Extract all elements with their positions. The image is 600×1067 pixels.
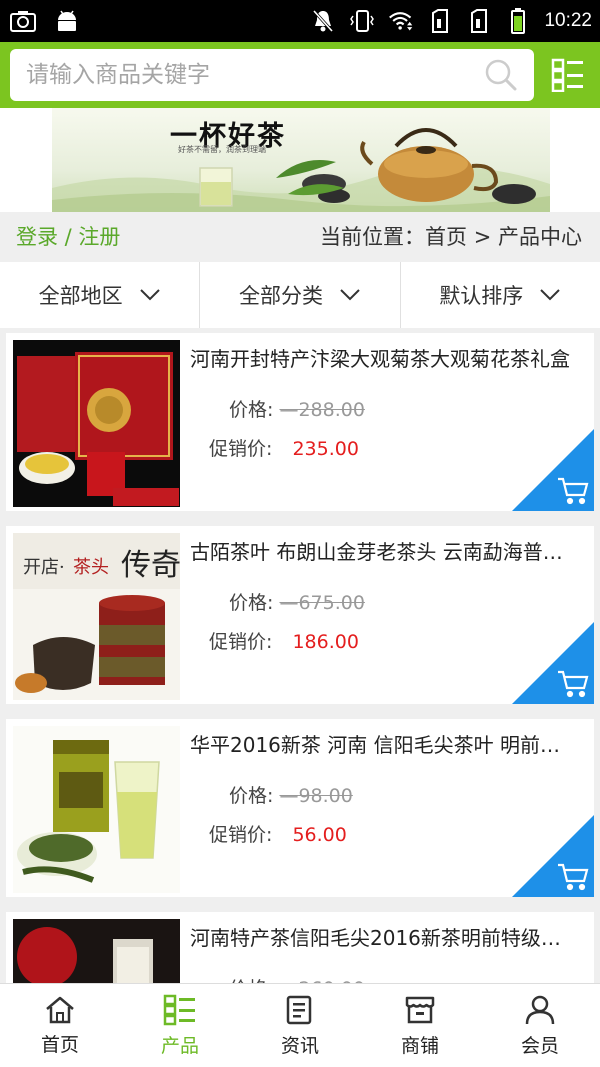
battery-icon	[505, 8, 531, 34]
product-card[interactable]: 华平2016新茶 河南 信阳毛尖茶叶 明前特级 价格: —98.00 促销价: …	[6, 719, 594, 897]
product-card[interactable]: 开店· 茶头 传奇 古陌茶叶 布朗山金芽老茶头 云南勐海普洱熟茶 价格: —67…	[6, 526, 594, 704]
original-price: —98.00	[279, 785, 353, 807]
product-image[interactable]	[13, 340, 180, 507]
price-label: 价格:	[229, 399, 274, 421]
promo-price: 186.00	[292, 631, 359, 653]
chevron-down-icon	[340, 289, 360, 301]
search-box[interactable]	[10, 49, 534, 101]
add-to-cart-button[interactable]	[512, 622, 594, 704]
nav-home[interactable]: 首页	[0, 984, 120, 1067]
shop-icon	[405, 996, 435, 1023]
nav-news-label: 资讯	[280, 1034, 319, 1057]
promo-price: 235.00	[292, 438, 359, 460]
banner-area: 一杯好茶 好茶不需留，润茶到理端	[0, 108, 600, 212]
product-title[interactable]: 华平2016新茶 河南 信阳毛尖茶叶 明前特级	[190, 729, 574, 758]
login-register-link[interactable]: 登录 / 注册	[16, 221, 120, 251]
vibrate-icon	[349, 9, 375, 33]
nav-products[interactable]: 产品	[120, 984, 240, 1067]
breadcrumb: 当前位置：首页 > 产品中心	[320, 225, 582, 249]
svg-text:传奇: 传奇	[121, 548, 180, 583]
nav-news[interactable]: 资讯	[240, 984, 360, 1067]
promo-price-row: 促销价: 186.00	[209, 627, 359, 654]
bottom-nav: 首页 产品 资讯 商铺 会员	[0, 983, 600, 1067]
add-to-cart-button[interactable]	[512, 815, 594, 897]
status-bar: 10:22	[0, 0, 600, 42]
promo-price-label: 促销价:	[209, 631, 273, 653]
banner-image[interactable]: 一杯好茶 好茶不需留，润茶到理端	[52, 108, 550, 212]
android-icon	[54, 9, 80, 33]
original-price-row: 价格: —98.00	[229, 781, 353, 808]
promo-price-row: 促销价: 235.00	[209, 434, 359, 461]
sim2-icon	[466, 9, 492, 33]
filter-region[interactable]: 全部地区	[0, 262, 201, 328]
original-price-row: 价格: —675.00	[229, 588, 365, 615]
category-menu-button[interactable]	[544, 51, 592, 99]
home-icon	[46, 996, 74, 1023]
search-icon[interactable]	[482, 56, 520, 94]
product-list-icon	[163, 994, 195, 1025]
add-to-cart-button[interactable]	[512, 429, 594, 511]
nav-member[interactable]: 会员	[480, 984, 600, 1067]
user-icon	[525, 995, 555, 1024]
search-input[interactable]	[26, 62, 482, 88]
banner-subtitle: 好茶不需留，润茶到理端	[178, 145, 266, 154]
product-title[interactable]: 河南特产茶信阳毛尖2016新茶明前特级嫩芽	[190, 922, 574, 951]
price-label: 价格:	[229, 785, 274, 807]
original-price: —675.00	[279, 592, 365, 614]
filter-region-label: 全部地区	[38, 284, 123, 308]
product-title[interactable]: 古陌茶叶 布朗山金芽老茶头 云南勐海普洱熟茶	[190, 536, 574, 565]
clock: 10:22	[544, 10, 592, 31]
chevron-down-icon	[139, 289, 160, 301]
mute-icon	[310, 9, 336, 33]
promo-price-row: 促销价: 56.00	[209, 820, 347, 847]
nav-products-label: 产品	[160, 1034, 199, 1057]
filter-category[interactable]: 全部分类	[200, 262, 401, 328]
news-icon	[286, 995, 312, 1024]
promo-price: 56.00	[292, 824, 347, 846]
nav-shops-label: 商铺	[400, 1034, 439, 1057]
filter-sort[interactable]: 默认排序	[401, 262, 600, 328]
filter-category-label: 全部分类	[238, 284, 323, 308]
nav-home-label: 首页	[40, 1033, 79, 1056]
nav-shops[interactable]: 商铺	[360, 984, 480, 1067]
promo-price-label: 促销价:	[209, 438, 273, 460]
wifi-icon	[388, 9, 414, 33]
search-header	[0, 42, 600, 108]
camera-icon	[10, 9, 36, 33]
breadcrumb-bar: 登录 / 注册 当前位置：首页 > 产品中心	[0, 212, 600, 260]
category-list-icon	[551, 58, 583, 92]
chevron-down-icon	[540, 289, 561, 301]
svg-text:茶头: 茶头	[73, 557, 109, 578]
svg-text:开店·: 开店·	[23, 557, 65, 578]
product-title[interactable]: 河南开封特产汴梁大观菊茶大观菊花茶礼盒	[190, 343, 574, 372]
sim1-icon	[427, 9, 453, 33]
product-card[interactable]: 河南开封特产汴梁大观菊茶大观菊花茶礼盒 价格: —288.00 促销价: 235…	[6, 333, 594, 511]
product-image[interactable]	[13, 726, 180, 893]
filter-bar: 全部地区 全部分类 默认排序	[0, 262, 600, 328]
original-price-row: 价格: —288.00	[229, 395, 365, 422]
original-price: —288.00	[279, 399, 365, 421]
price-label: 价格:	[229, 592, 274, 614]
product-image[interactable]: 开店· 茶头 传奇	[13, 533, 180, 700]
promo-price-label: 促销价:	[209, 824, 273, 846]
filter-sort-label: 默认排序	[439, 284, 524, 308]
nav-member-label: 会员	[520, 1034, 559, 1057]
